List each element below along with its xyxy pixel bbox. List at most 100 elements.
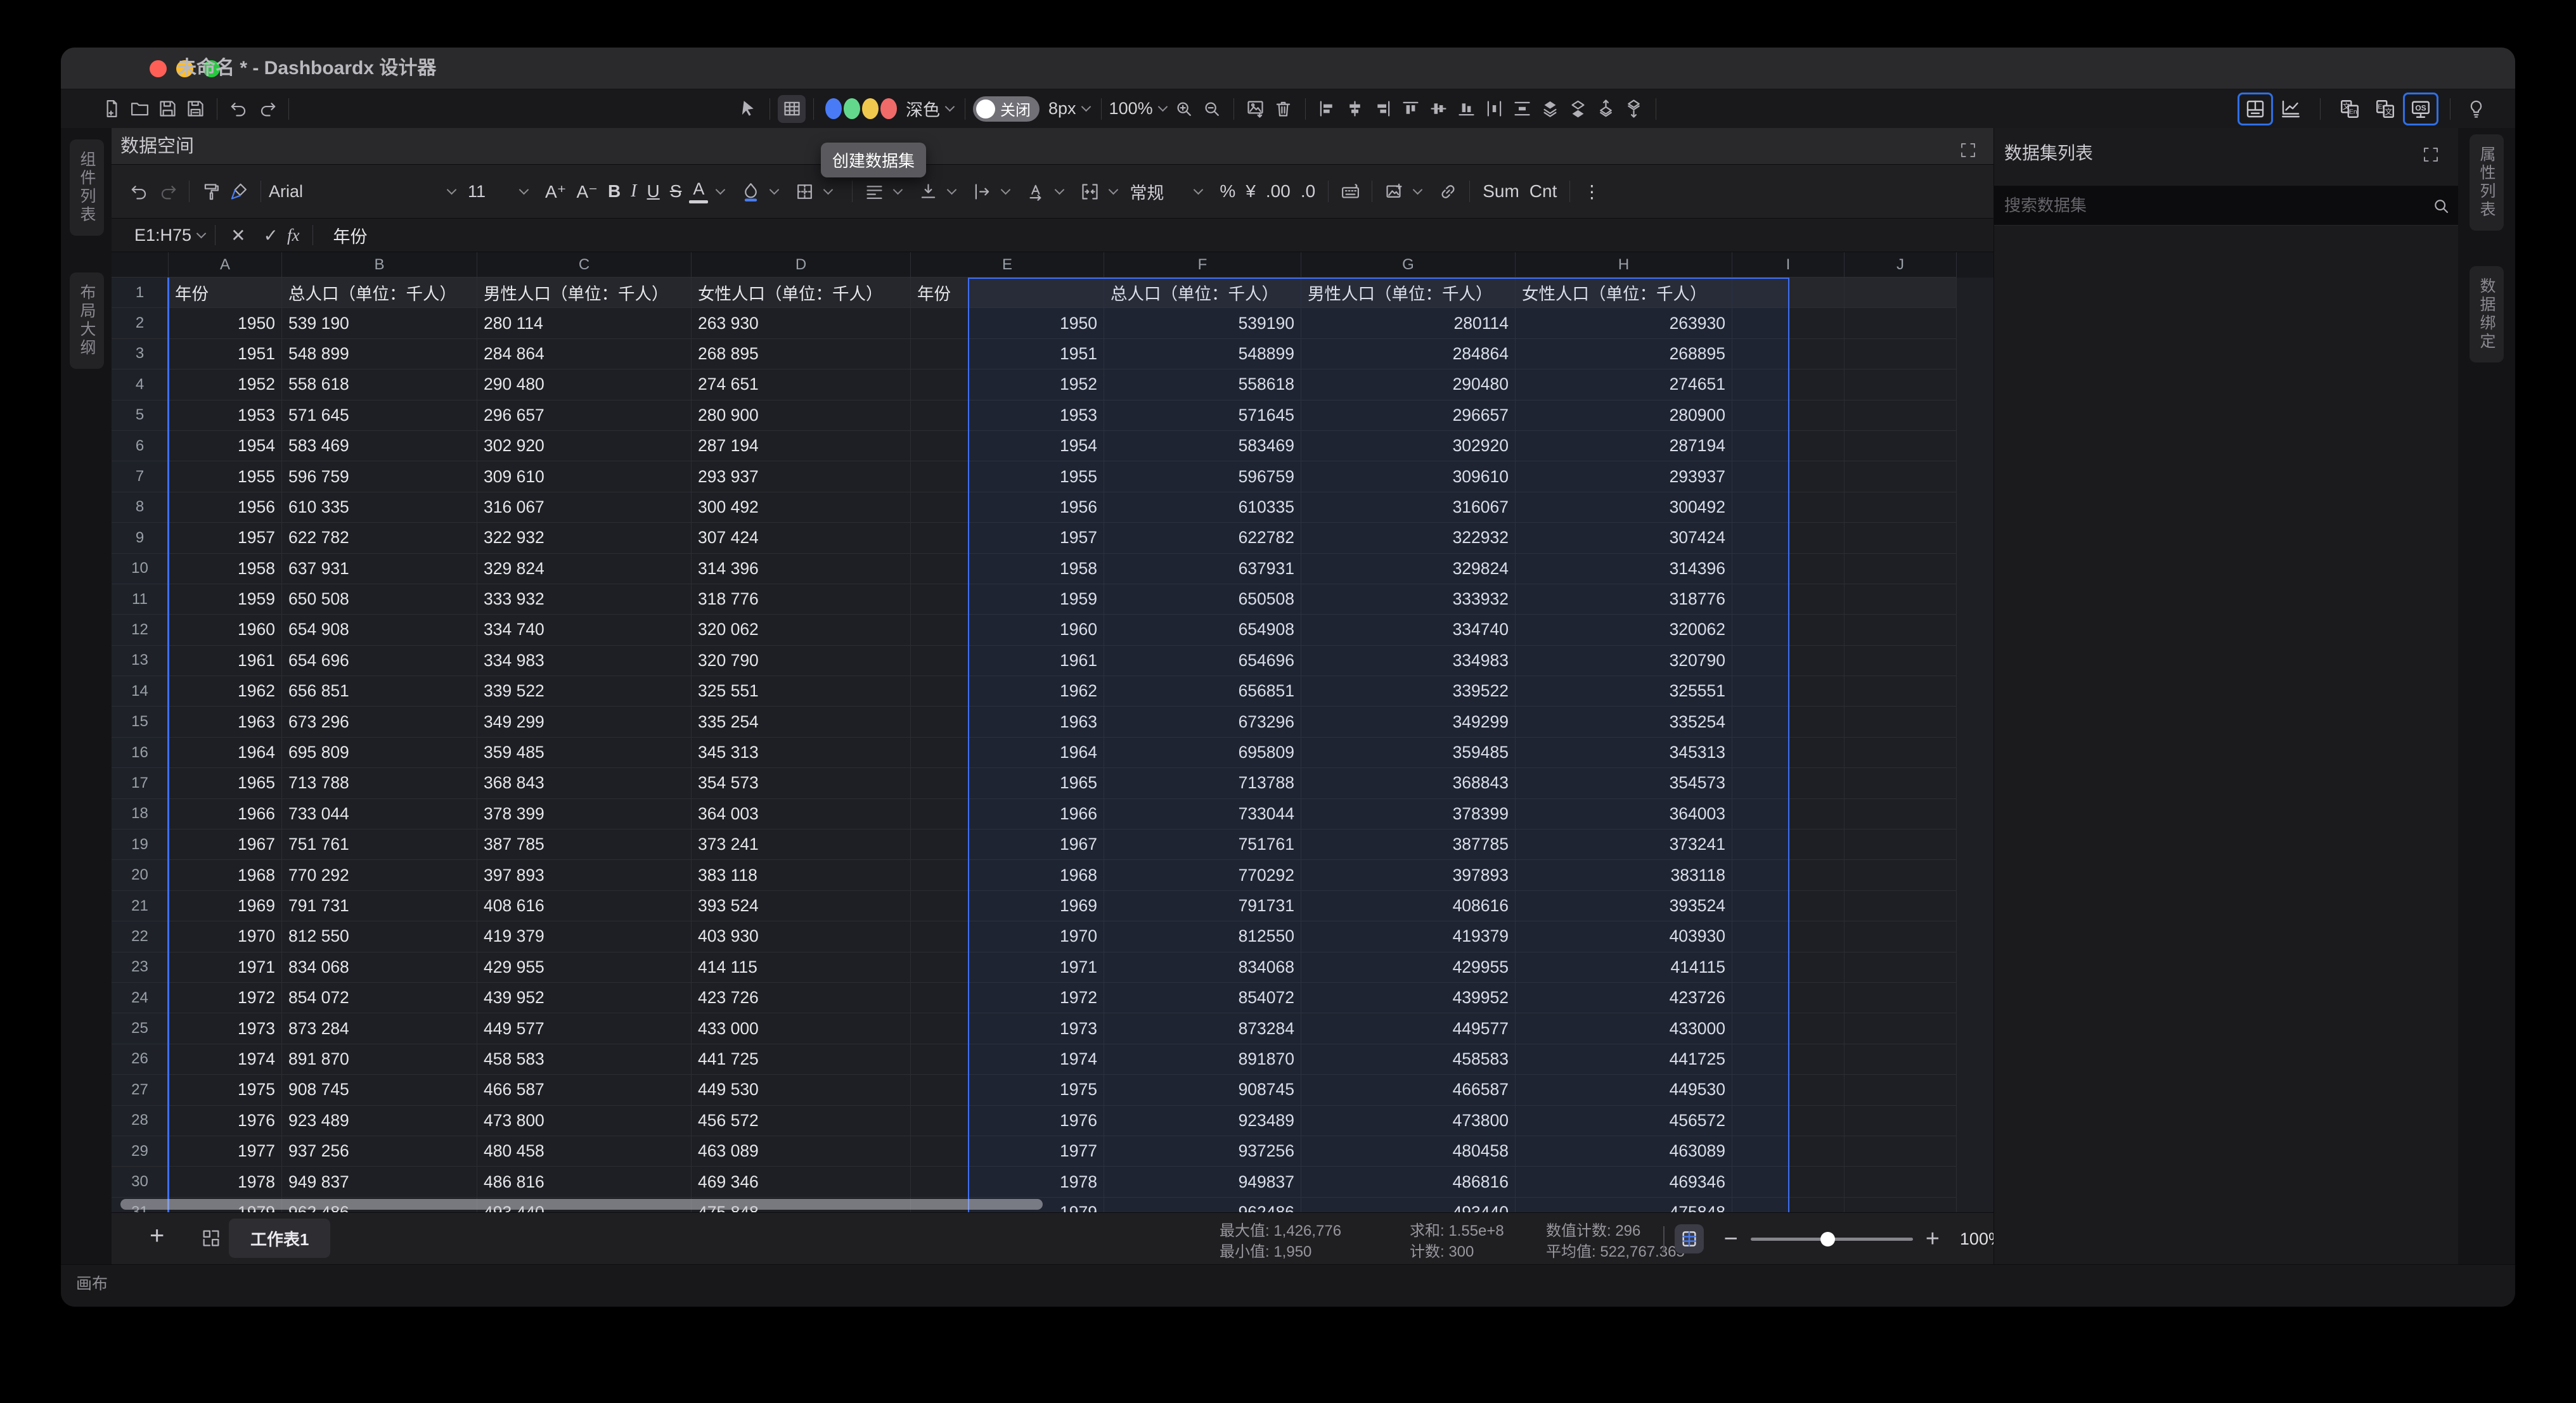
borders-icon[interactable] (790, 177, 818, 205)
cell[interactable] (1845, 1013, 1957, 1044)
cell[interactable]: 812550 (1104, 921, 1301, 952)
row-header[interactable]: 18 (112, 799, 169, 830)
chevron-down-icon[interactable] (947, 184, 957, 195)
cell[interactable]: 373241 (1516, 830, 1732, 860)
cell[interactable] (1732, 952, 1845, 983)
cell[interactable]: 854072 (1104, 983, 1301, 1013)
cell[interactable]: 总人口（单位：千人） (1104, 278, 1301, 308)
cell[interactable]: 1960 (169, 615, 282, 645)
cell[interactable] (1732, 891, 1845, 921)
currency-button[interactable]: ¥ (1240, 181, 1261, 202)
cell[interactable]: 307 424 (692, 523, 911, 553)
row-header[interactable]: 1 (112, 278, 169, 308)
chevron-down-icon[interactable] (1157, 102, 1168, 112)
cell[interactable]: 949837 (1104, 1167, 1301, 1197)
select-all-corner[interactable] (112, 252, 169, 278)
cell[interactable]: 373 241 (692, 830, 911, 860)
cell[interactable] (1732, 369, 1845, 400)
cell[interactable]: 1961 (169, 646, 282, 676)
cell[interactable]: 403930 (1516, 921, 1732, 952)
cell[interactable] (1732, 707, 1845, 737)
cell[interactable] (1845, 860, 1957, 890)
cell[interactable]: 1951 (169, 339, 282, 369)
cell[interactable]: 713788 (1104, 768, 1301, 798)
cell[interactable] (1732, 860, 1845, 890)
cell[interactable]: 284 864 (477, 339, 692, 369)
column-header-A[interactable]: A (169, 252, 282, 278)
cell[interactable]: 1955 (169, 461, 282, 492)
row-header[interactable]: 20 (112, 860, 169, 890)
cell[interactable] (1845, 676, 1957, 707)
cell[interactable]: 368843 (1301, 768, 1516, 798)
cell[interactable]: 316 067 (477, 492, 692, 523)
cell[interactable]: 751 761 (282, 830, 477, 860)
cell[interactable]: 583469 (1104, 431, 1301, 461)
align-left-icon[interactable] (1313, 95, 1341, 123)
cell[interactable]: 354573 (1516, 768, 1732, 798)
cell[interactable]: 908 745 (282, 1075, 477, 1105)
sheet-tab[interactable]: 工作表1 (229, 1219, 330, 1258)
cell[interactable]: 469 346 (692, 1167, 911, 1197)
cell[interactable]: 302 920 (477, 431, 692, 461)
cell[interactable] (1845, 554, 1957, 584)
cell[interactable]: 1975 (169, 1075, 282, 1105)
cell[interactable]: 年份 (911, 278, 1104, 308)
cell[interactable]: 320 790 (692, 646, 911, 676)
grid-visibility-toggle[interactable] (1675, 1224, 1704, 1253)
cell[interactable]: 673296 (1104, 707, 1301, 737)
cell[interactable]: 1959 (169, 584, 282, 615)
row-header[interactable]: 2 (112, 308, 169, 338)
cell[interactable]: 293 937 (692, 461, 911, 492)
count-button[interactable]: Cnt (1524, 181, 1562, 202)
cell[interactable]: 449 577 (477, 1013, 692, 1044)
cell[interactable]: 1954 (169, 431, 282, 461)
cell[interactable] (1845, 768, 1957, 798)
chevron-down-icon[interactable] (1055, 184, 1065, 195)
font-increase-button[interactable]: A⁺ (540, 181, 571, 202)
cell[interactable] (1845, 339, 1957, 369)
layer-front-icon[interactable] (1592, 95, 1620, 123)
sum-button[interactable]: Sum (1478, 181, 1524, 202)
cell[interactable]: 333932 (1301, 584, 1516, 615)
cell[interactable]: 441725 (1516, 1044, 1732, 1075)
row-header[interactable]: 23 (112, 952, 169, 983)
zoom-in-button[interactable]: + (1919, 1226, 1946, 1253)
zoom-slider-thumb[interactable] (1820, 1232, 1835, 1246)
row-header[interactable]: 21 (112, 891, 169, 921)
cell[interactable]: 334 740 (477, 615, 692, 645)
cell[interactable]: 280900 (1516, 400, 1732, 431)
cell[interactable]: 480458 (1301, 1136, 1516, 1167)
strikethrough-button[interactable]: S (665, 181, 687, 202)
align-center-v-icon[interactable] (1425, 95, 1453, 123)
cell[interactable]: 1962 (911, 676, 1104, 707)
cell[interactable]: 280 114 (477, 308, 692, 338)
cell[interactable]: 463 089 (692, 1136, 911, 1167)
cell[interactable]: 354 573 (692, 768, 911, 798)
cell[interactable]: 263930 (1516, 308, 1732, 338)
search-icon[interactable] (2427, 192, 2455, 220)
cell[interactable] (1732, 983, 1845, 1013)
zoom-slider[interactable] (1751, 1238, 1913, 1241)
cell[interactable]: 359485 (1301, 738, 1516, 768)
cell[interactable]: 695809 (1104, 738, 1301, 768)
cell[interactable] (1845, 799, 1957, 830)
insert-image-icon[interactable] (1380, 177, 1408, 205)
cell[interactable] (1732, 554, 1845, 584)
tab-layout-outline[interactable]: 布局大纲 (70, 272, 104, 369)
cell[interactable]: 1953 (169, 400, 282, 431)
cell[interactable]: 280 900 (692, 400, 911, 431)
cell[interactable]: 290 480 (477, 369, 692, 400)
image-export-icon[interactable] (1242, 95, 1270, 123)
row-header[interactable]: 8 (112, 492, 169, 523)
insert-link-icon[interactable] (1434, 177, 1462, 205)
row-header[interactable]: 4 (112, 369, 169, 400)
cell[interactable]: 791731 (1104, 891, 1301, 921)
cell[interactable] (1732, 799, 1845, 830)
name-box[interactable]: E1:H75 (134, 226, 191, 245)
confirm-edit-button[interactable]: ✓ (255, 225, 287, 246)
cell[interactable]: 834068 (1104, 952, 1301, 983)
cell[interactable]: 583 469 (282, 431, 477, 461)
cell[interactable]: 325 551 (692, 676, 911, 707)
cell[interactable]: 1956 (911, 492, 1104, 523)
cell[interactable]: 469346 (1516, 1167, 1732, 1197)
